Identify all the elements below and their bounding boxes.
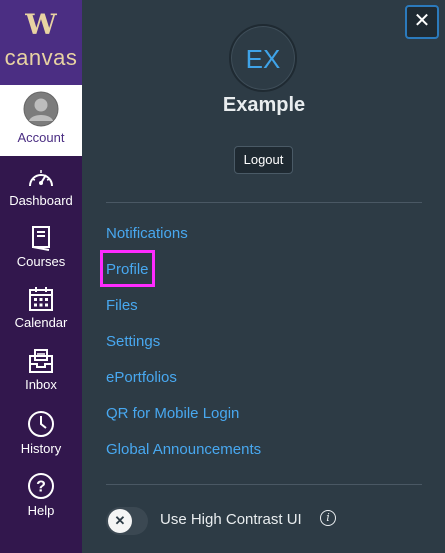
- divider-bottom: [106, 484, 422, 485]
- info-icon[interactable]: i: [320, 510, 336, 526]
- nav-label-calendar: Calendar: [14, 315, 68, 330]
- link-files[interactable]: Files: [106, 294, 261, 330]
- canvas-logo[interactable]: W canvas: [0, 0, 82, 85]
- profile-highlight-box: [100, 250, 155, 287]
- close-tray-button[interactable]: ✕: [405, 5, 439, 39]
- history-icon: [28, 411, 54, 437]
- logout-button[interactable]: Logout: [234, 146, 293, 174]
- nav-label-courses: Courses: [16, 254, 66, 269]
- uw-logo-mark: W: [25, 8, 57, 41]
- nav-label-account: Account: [17, 130, 65, 145]
- nav-item-account[interactable]: Account: [0, 85, 82, 156]
- logo-text: canvas: [4, 45, 78, 70]
- nav-label-help: Help: [27, 503, 55, 518]
- link-global-announcements[interactable]: Global Announcements: [106, 438, 261, 474]
- nav-item-courses[interactable]: Courses: [0, 225, 82, 269]
- nav-item-calendar[interactable]: Calendar: [0, 286, 82, 330]
- account-avatar-icon: [23, 91, 59, 127]
- nav-item-help[interactable]: ? Help: [0, 472, 82, 518]
- user-avatar: EX: [229, 24, 297, 92]
- nav-label-dashboard: Dashboard: [9, 193, 73, 208]
- nav-item-history[interactable]: History: [0, 410, 82, 456]
- help-icon: ?: [28, 473, 54, 499]
- nav-label-history: History: [20, 441, 62, 456]
- calendar-icon: [29, 287, 53, 311]
- high-contrast-label: Use High Contrast UI: [160, 511, 302, 528]
- nav-item-inbox[interactable]: Inbox: [0, 348, 82, 392]
- inbox-icon: [29, 349, 53, 373]
- link-eportfolios[interactable]: ePortfolios: [106, 366, 261, 402]
- user-name: Example: [222, 94, 306, 116]
- nav-item-dashboard[interactable]: Dashboard: [0, 166, 82, 208]
- courses-icon: [32, 226, 50, 251]
- close-icon: ✕: [413, 10, 431, 32]
- link-settings[interactable]: Settings: [106, 330, 261, 366]
- global-nav: W canvas Account Dashboard Courses Calen…: [0, 0, 82, 553]
- toggle-off-icon: ✕: [108, 509, 132, 533]
- high-contrast-toggle[interactable]: ✕: [106, 507, 148, 535]
- svg-text:?: ?: [36, 479, 46, 496]
- link-qr-mobile-login[interactable]: QR for Mobile Login: [106, 402, 261, 438]
- nav-label-inbox: Inbox: [25, 377, 57, 392]
- divider-top: [106, 202, 422, 203]
- dashboard-icon: [29, 170, 53, 187]
